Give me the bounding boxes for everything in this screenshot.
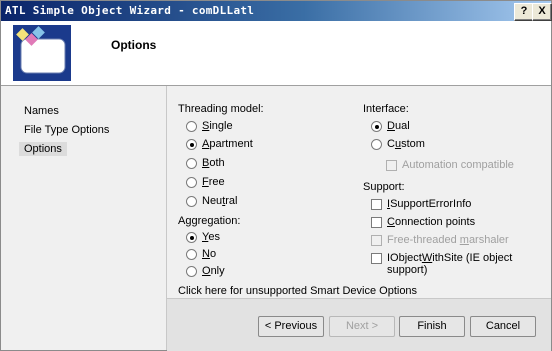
wizard-header: Options [1,21,551,86]
cancel-button[interactable]: Cancel [470,316,536,337]
wizard-logo-icon [13,25,71,81]
iobjectwithsite-box[interactable] [371,253,382,264]
smart-device-options-link[interactable]: Click here for unsupported Smart Device … [178,285,417,297]
automation-compatible-box[interactable] [386,160,397,171]
window-title: ATL Simple Object Wizard - comDLLatl [5,4,255,17]
radio-neutral-indicator[interactable] [186,196,197,207]
options-pane: Threading model: Single Apartment Both F… [167,86,551,351]
radio-apartment-indicator[interactable] [186,139,197,150]
previous-button[interactable]: < Previous [258,316,324,337]
radio-free-indicator[interactable] [186,177,197,188]
button-bar: < Previous Next > Finish Cancel [167,298,551,351]
close-button[interactable]: X [532,3,552,21]
radio-single-indicator[interactable] [186,121,197,132]
radio-yes-indicator[interactable] [186,232,197,243]
next-button[interactable]: Next > [329,316,395,337]
radio-dual-indicator[interactable] [371,121,382,132]
nav-pane: Names File Type Options Options [1,86,167,350]
aggregation-label: Aggregation: [178,215,241,227]
nav-item-names[interactable]: Names [19,104,64,118]
free-threaded-marshaler-box[interactable] [371,235,382,246]
isupporterrorinfo-box[interactable] [371,199,382,210]
finish-button[interactable]: Finish [399,316,465,337]
help-button[interactable]: ? [514,3,534,21]
support-label: Support: [363,181,405,193]
nav-item-options[interactable]: Options [19,142,67,156]
page-title: Options [111,38,157,52]
wizard-window: ATL Simple Object Wizard - comDLLatl ? X… [0,0,552,351]
radio-no-indicator[interactable] [186,249,197,260]
connection-points-box[interactable] [371,217,382,228]
radio-only-indicator[interactable] [186,266,197,277]
radio-custom-indicator[interactable] [371,139,382,150]
threading-model-label: Threading model: [178,103,264,115]
radio-both-indicator[interactable] [186,158,197,169]
interface-label: Interface: [363,103,409,115]
title-bar[interactable]: ATL Simple Object Wizard - comDLLatl ? X [1,1,552,21]
nav-item-file-type-options[interactable]: File Type Options [19,123,114,137]
